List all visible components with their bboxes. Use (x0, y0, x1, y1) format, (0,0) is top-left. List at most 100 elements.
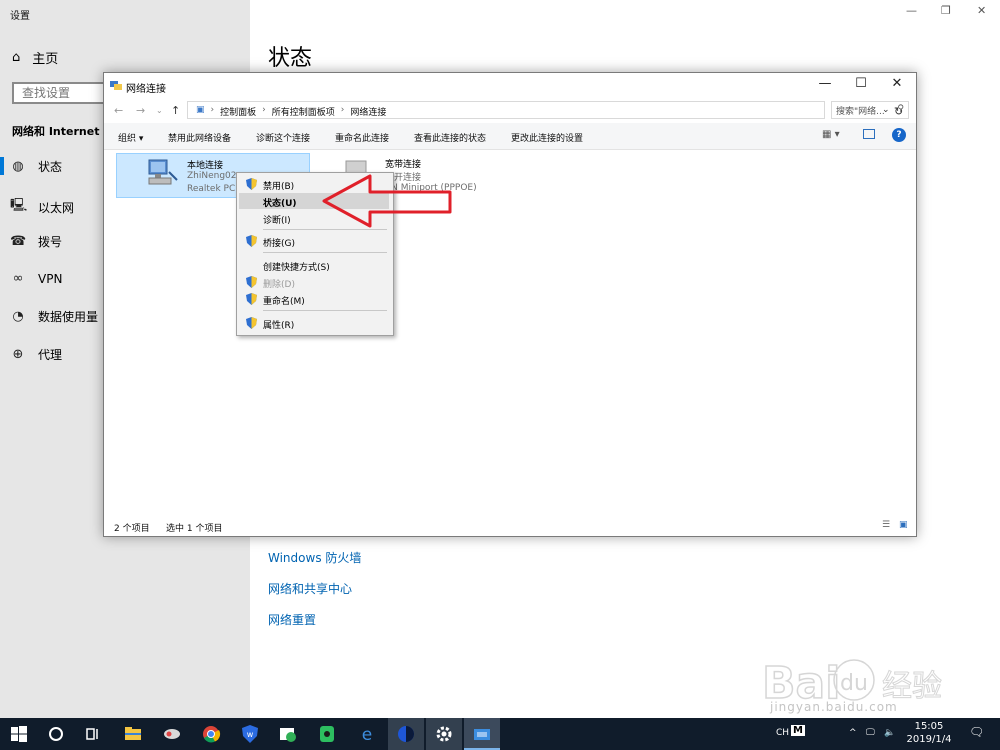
windows-start-icon[interactable] (9, 724, 29, 744)
rename-connection-button[interactable]: 重命名此连接 (335, 131, 389, 144)
sidebar-item-status[interactable]: ◍ 状态 (10, 158, 62, 175)
sidebar-item-label: 主页 (32, 52, 59, 67)
file-explorer-icon[interactable] (123, 724, 143, 744)
network-tray-icon[interactable]: 🖵 (866, 728, 875, 738)
ime-indicator[interactable]: M (791, 725, 805, 736)
sidebar-item-home[interactable]: ⌂ 主页 (12, 48, 58, 67)
search-circle-icon[interactable] (46, 724, 66, 744)
forward-arrow-icon[interactable]: → (136, 104, 145, 117)
sidebar-item-label: VPN (38, 271, 63, 286)
breadcrumb-control-panel[interactable]: 控制面板 (220, 105, 256, 118)
net-maximize-button[interactable]: ☐ (851, 76, 871, 91)
sidebar-item-label: 拨号 (38, 235, 63, 249)
large-icons-view-icon[interactable]: ▣ (899, 520, 908, 530)
evernote-icon[interactable] (317, 724, 337, 744)
net-titlebar[interactable]: 网络连接 — ☐ ✕ (104, 73, 916, 99)
tray-chevron-icon[interactable]: ^ (849, 728, 857, 738)
up-arrow-icon[interactable]: ↑ (171, 104, 180, 117)
connection-network: ZhiNeng02 (187, 171, 237, 181)
disable-device-button[interactable]: 禁用此网络设备 (168, 131, 231, 144)
menu-separator (263, 310, 387, 311)
sidebar-item-dialup[interactable]: ☎ 拨号 (10, 233, 62, 250)
search-placeholder: 搜索"网络... (836, 107, 885, 117)
language-indicator[interactable]: CH (776, 728, 789, 738)
security-shield-app-icon[interactable]: w (240, 724, 260, 744)
browser-orb-icon[interactable] (396, 724, 416, 744)
connection-device: Realtek PCI (187, 184, 238, 194)
breadcrumb-network-connections[interactable]: 网络连接 (350, 105, 386, 118)
annotation-arrow-icon (322, 174, 452, 228)
recent-chevron-icon[interactable]: ⌄ (156, 106, 163, 115)
menu-separator (263, 252, 387, 253)
dialup-icon: ☎ (10, 234, 27, 249)
sidebar-item-label: 数据使用量 (38, 310, 99, 324)
settings-window-title: 设置 (10, 11, 30, 22)
organize-menu-button[interactable]: 组织 ▾ (118, 131, 143, 144)
view-options-icon[interactable]: ▦ ▾ (822, 129, 840, 140)
sidebar-item-label: 状态 (38, 160, 63, 174)
link-windows-firewall[interactable]: Windows 防火墙 (268, 549, 361, 566)
link-network-sharing-center[interactable]: 网络和共享中心 (268, 580, 352, 597)
diagnose-connection-button[interactable]: 诊断这个连接 (256, 131, 310, 144)
sidebar-item-vpn[interactable]: ∞ VPN (10, 271, 63, 286)
page-title: 状态 (268, 46, 313, 71)
svg-text:w: w (247, 730, 254, 739)
item-count: 2 个项目 (114, 524, 150, 534)
view-status-button[interactable]: 查看此连接的状态 (414, 131, 486, 144)
menu-item-properties[interactable]: 属性(R) (239, 315, 389, 331)
sidebar-item-label: 以太网 (38, 200, 75, 215)
help-icon[interactable]: ? (892, 128, 906, 142)
back-arrow-icon[interactable]: ← (114, 104, 123, 117)
uac-shield-icon (246, 317, 257, 329)
action-center-icon[interactable]: 🗨 (969, 725, 984, 739)
proxy-globe-icon: ⊕ (12, 347, 24, 362)
details-view-icon[interactable]: ☰ (882, 520, 890, 530)
chrome-icon[interactable] (201, 724, 221, 744)
settings-maximize-button[interactable]: ❐ (941, 4, 951, 17)
selected-count: 选中 1 个项目 (166, 524, 223, 534)
connection-name: 宽带连接 (385, 160, 422, 170)
link-network-reset[interactable]: 网络重置 (268, 611, 316, 628)
net-minimize-button[interactable]: — (815, 76, 835, 91)
uac-shield-icon (246, 178, 257, 190)
photos-app-icon[interactable] (278, 724, 298, 744)
settings-close-button[interactable]: ✕ (977, 4, 986, 17)
sidebar-item-ethernet[interactable]: 🖳 以太网 (10, 196, 74, 218)
uac-shield-icon (246, 276, 257, 288)
network-connections-window: 网络连接 — ☐ ✕ ← → ⌄ ↑ ▣ › 控制面板 › 所有控制面板项 › … (103, 72, 917, 537)
sidebar-item-proxy[interactable]: ⊕ 代理 (10, 346, 62, 363)
preview-pane-icon[interactable] (863, 129, 875, 139)
address-row: ← → ⌄ ↑ ▣ › 控制面板 › 所有控制面板项 › 网络连接 ⌄ ↻ 搜索… (104, 99, 916, 123)
settings-minimize-button[interactable]: — (906, 4, 917, 17)
edge-icon[interactable]: e (357, 724, 377, 744)
sidebar-item-data-usage[interactable]: ◔ 数据使用量 (10, 308, 98, 325)
clock[interactable]: 15:05 2019/1/4 (902, 720, 956, 746)
network-folder-icon (110, 81, 122, 90)
active-indicator (0, 157, 4, 175)
clock-date: 2019/1/4 (906, 734, 952, 745)
menu-item-create-shortcut[interactable]: 创建快捷方式(S) (239, 257, 389, 273)
network-connections-app-icon[interactable] (472, 724, 492, 744)
menu-item-delete: 删除(D) (239, 274, 389, 290)
search-icon: ⚲ (897, 104, 904, 114)
network-app-icon[interactable] (162, 724, 182, 744)
settings-gear-icon[interactable] (434, 724, 454, 744)
address-bar[interactable]: ▣ › 控制面板 › 所有控制面板项 › 网络连接 ⌄ ↻ (187, 101, 903, 119)
volume-icon[interactable]: 🔈 (884, 728, 895, 738)
command-bar: 组织 ▾ 禁用此网络设备 诊断这个连接 重命名此连接 查看此连接的状态 更改此连… (104, 123, 916, 150)
net-search-input[interactable]: 搜索"网络... ⚲ (831, 101, 909, 119)
net-close-button[interactable]: ✕ (887, 76, 907, 91)
task-view-icon[interactable] (83, 724, 103, 744)
taskbar: w e CH M ^ 🖵 🔈 15:05 2019/1/4 🗨 (0, 718, 1000, 750)
breadcrumb-all-items[interactable]: 所有控制面板项 (272, 105, 335, 118)
change-settings-button[interactable]: 更改此连接的设置 (511, 131, 583, 144)
uac-shield-icon (246, 235, 257, 247)
section-heading: 网络和 Internet (12, 125, 100, 138)
ethernet-icon: 🖳 (10, 198, 28, 213)
svg-text:du: du (840, 671, 868, 696)
uac-shield-icon (246, 293, 257, 305)
menu-item-bridge[interactable]: 桥接(G) (239, 233, 389, 249)
net-window-title: 网络连接 (126, 84, 166, 95)
status-bar: 2 个项目 选中 1 个项目 ☰ ▣ (104, 518, 916, 536)
menu-item-rename[interactable]: 重命名(M) (239, 291, 389, 307)
